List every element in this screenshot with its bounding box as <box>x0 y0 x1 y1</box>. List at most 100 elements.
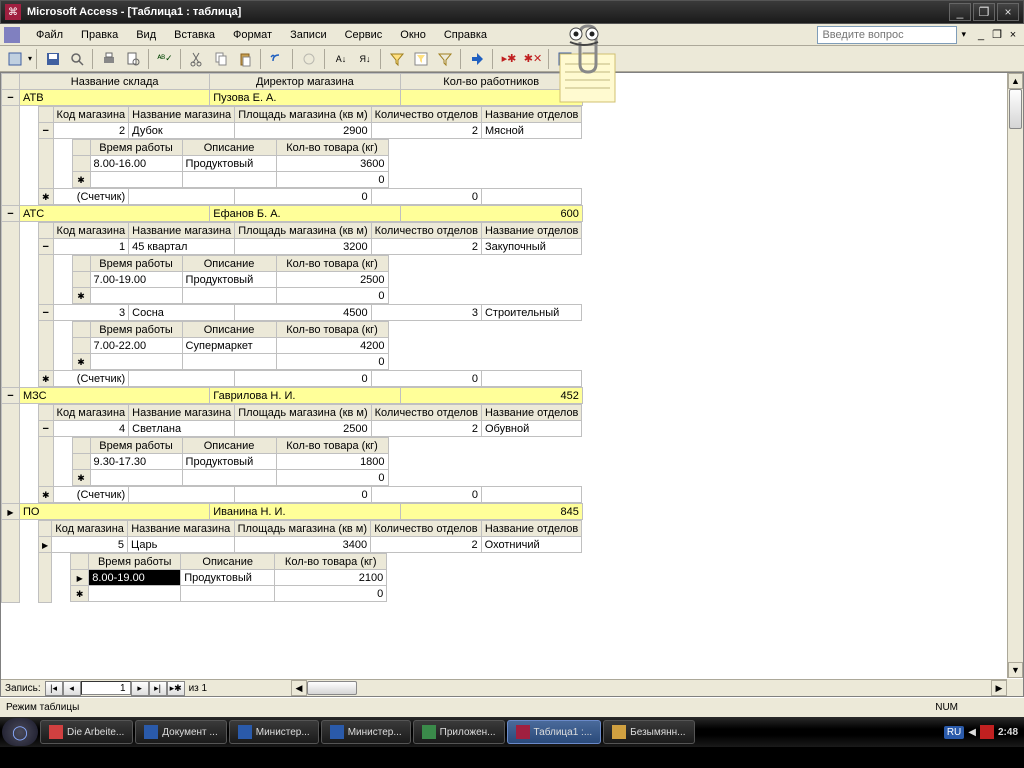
nav-first-button[interactable]: |◂ <box>45 681 63 696</box>
col-header[interactable]: Площадь магазина (кв м) <box>234 521 371 537</box>
taskbar-item[interactable]: Die Arbeite... <box>40 720 133 744</box>
scroll-thumb-v[interactable] <box>1009 89 1022 129</box>
col-header[interactable]: Время работы <box>90 438 182 454</box>
cell-shopid[interactable]: 4 <box>53 421 129 437</box>
row-selector[interactable] <box>39 239 54 255</box>
cell-depts[interactable]: 2 <box>371 421 481 437</box>
row-selector[interactable] <box>39 123 54 139</box>
clock[interactable]: 2:48 <box>998 727 1018 738</box>
col-header[interactable]: Площадь магазина (кв м) <box>235 223 371 239</box>
sort-desc-button[interactable]: Я↓ <box>354 48 376 70</box>
new-record-row[interactable] <box>39 487 54 503</box>
horizontal-scrollbar[interactable]: ◀ ▶ <box>291 679 1007 696</box>
row-selector[interactable] <box>72 272 90 288</box>
taskbar-item[interactable]: Приложен... <box>413 720 505 744</box>
col-header[interactable]: Кол-во товара (кг) <box>276 256 388 272</box>
menu-window[interactable]: Окно <box>392 27 434 43</box>
new-object-dropdown-icon[interactable]: ▾ <box>602 54 606 63</box>
col-header[interactable]: Количество отделов <box>371 405 481 421</box>
new-record-row[interactable] <box>39 189 54 205</box>
hyperlink-button[interactable] <box>298 48 320 70</box>
ask-question-input[interactable] <box>817 26 957 44</box>
new-record-row[interactable] <box>72 354 90 370</box>
filter-form-button[interactable] <box>410 48 432 70</box>
doc-close-button[interactable]: × <box>1006 28 1020 42</box>
cell-time[interactable]: 9.30-17.30 <box>90 454 182 470</box>
cell-depts[interactable]: 3 <box>371 305 481 321</box>
view-dropdown-icon[interactable]: ▾ <box>28 54 32 63</box>
col-header[interactable]: Код магазина <box>52 521 128 537</box>
menu-edit[interactable]: Правка <box>73 27 126 43</box>
cell-shopname[interactable]: Светлана <box>129 421 235 437</box>
cell-employees[interactable]: 745 <box>400 90 582 106</box>
search-button[interactable] <box>66 48 88 70</box>
col-header[interactable]: Название магазина <box>129 405 235 421</box>
print-preview-button[interactable] <box>122 48 144 70</box>
col-header[interactable]: Директор магазина <box>210 74 400 90</box>
cell-deptname[interactable]: Мясной <box>481 123 581 139</box>
col-header[interactable]: Код магазина <box>53 223 129 239</box>
taskbar-item[interactable]: Безымянн... <box>603 720 694 744</box>
cell-qty[interactable]: 3600 <box>276 156 388 172</box>
close-button[interactable]: × <box>997 3 1019 21</box>
new-record-row[interactable] <box>72 470 90 486</box>
doc-minimize-button[interactable]: _ <box>974 28 988 42</box>
col-header[interactable]: Название отделов <box>481 107 581 123</box>
cell-sklad[interactable]: АТС <box>20 206 210 222</box>
nav-prev-button[interactable]: ◂ <box>63 681 81 696</box>
scroll-right-icon[interactable]: ▶ <box>991 680 1007 696</box>
cell-employees[interactable]: 600 <box>400 206 582 222</box>
new-record-row[interactable] <box>72 172 90 188</box>
menu-insert[interactable]: Вставка <box>166 27 223 43</box>
col-header[interactable]: Код магазина <box>53 107 129 123</box>
row-selector[interactable] <box>39 421 54 437</box>
db-window-button[interactable] <box>554 48 576 70</box>
cell-area[interactable]: 3400 <box>234 537 371 553</box>
cell-sklad[interactable]: АТВ <box>20 90 210 106</box>
col-header[interactable]: Площадь магазина (кв м) <box>235 107 371 123</box>
col-header[interactable]: Название отделов <box>481 521 582 537</box>
row-selector[interactable] <box>71 570 89 586</box>
tray-icon-1[interactable] <box>980 725 994 739</box>
scroll-thumb-h[interactable] <box>307 681 357 695</box>
col-header[interactable]: Название магазина <box>129 107 235 123</box>
cell-desc[interactable]: Супермаркет <box>182 338 276 354</box>
menu-view[interactable]: Вид <box>128 27 164 43</box>
taskbar-item[interactable]: Министер... <box>229 720 319 744</box>
cell-shopname[interactable]: Царь <box>128 537 235 553</box>
col-header[interactable]: Площадь магазина (кв м) <box>235 405 371 421</box>
scroll-down-icon[interactable]: ▼ <box>1008 662 1023 678</box>
cell-desc[interactable]: Продуктовый <box>181 570 275 586</box>
cell-shopname[interactable]: Дубок <box>129 123 235 139</box>
nav-next-button[interactable]: ▸ <box>131 681 149 696</box>
find-button[interactable] <box>466 48 488 70</box>
col-header[interactable]: Описание <box>182 140 276 156</box>
cell-area[interactable]: 2500 <box>235 421 371 437</box>
col-header[interactable]: Время работы <box>89 554 181 570</box>
sort-asc-button[interactable]: А↓ <box>330 48 352 70</box>
row-selector[interactable] <box>2 90 20 106</box>
cell-qty[interactable]: 1800 <box>276 454 388 470</box>
start-button[interactable]: ◯ <box>2 718 38 746</box>
cell-deptname[interactable]: Обувной <box>481 421 581 437</box>
col-header[interactable]: Название отделов <box>481 405 581 421</box>
cell-desc[interactable]: Продуктовый <box>182 156 276 172</box>
cell-employees[interactable]: 845 <box>400 504 582 520</box>
select-all[interactable] <box>2 74 20 90</box>
new-record-row[interactable] <box>71 586 89 602</box>
nav-new-button[interactable]: ▸✱ <box>167 681 185 696</box>
cell-depts[interactable]: 2 <box>371 239 481 255</box>
cell-director[interactable]: Ефанов Б. А. <box>210 206 400 222</box>
cell-qty[interactable]: 4200 <box>276 338 388 354</box>
col-header[interactable]: Описание <box>182 438 276 454</box>
undo-button[interactable] <box>266 48 288 70</box>
save-button[interactable] <box>42 48 64 70</box>
cell-time[interactable]: 7.00-22.00 <box>90 338 182 354</box>
cell-area[interactable]: 2900 <box>235 123 371 139</box>
cell-shopid[interactable]: 3 <box>53 305 129 321</box>
col-header[interactable]: Кол-во товара (кг) <box>276 140 388 156</box>
col-header[interactable]: Название отделов <box>481 223 581 239</box>
col-header[interactable]: Описание <box>182 256 276 272</box>
col-header[interactable]: Количество отделов <box>371 521 482 537</box>
col-header[interactable]: Название склада <box>20 74 210 90</box>
